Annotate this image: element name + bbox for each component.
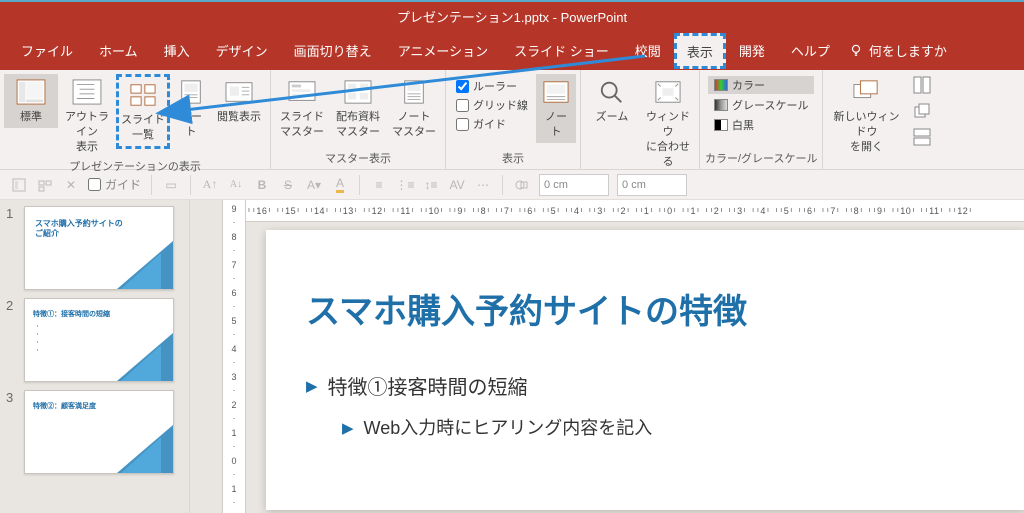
- normal-view-icon: [14, 77, 48, 107]
- group-master-views: スライド マスター 配布資料 マスター ノート マスター マスター表示: [271, 70, 446, 169]
- arrange-all-icon[interactable]: [913, 76, 931, 97]
- group-label: 表示: [450, 150, 576, 169]
- grayscale-mode-button[interactable]: グレースケール: [708, 96, 814, 114]
- new-window-icon: [849, 77, 883, 107]
- tab-design[interactable]: デザイン: [203, 30, 281, 70]
- bullet-1[interactable]: 特徴①接客時間の短縮: [306, 371, 986, 400]
- bold-icon[interactable]: B: [253, 176, 271, 194]
- spacing-icon[interactable]: ↕≡: [422, 176, 440, 194]
- height-spinner[interactable]: 0 cm: [539, 174, 609, 196]
- thumbnail-panel[interactable]: 1スマホ購入予約サイトのご紹介2特徴①：接客時間の短縮・・・・3特徴②：顧客満足…: [0, 200, 190, 513]
- thumbnail-item[interactable]: 2特徴①：接客時間の短縮・・・・: [6, 298, 183, 382]
- align-icon[interactable]: ≡: [370, 176, 388, 194]
- reading-view-icon: [222, 77, 256, 107]
- font-decrease-icon[interactable]: A↓: [227, 176, 245, 194]
- bw-mode-button[interactable]: 白黒: [708, 116, 814, 134]
- qat-icon-2[interactable]: [36, 176, 54, 194]
- normal-view-button[interactable]: 標準: [4, 74, 58, 128]
- thumbnail-item[interactable]: 1スマホ購入予約サイトのご紹介: [6, 206, 183, 290]
- tab-transition[interactable]: 画面切り替え: [281, 30, 385, 70]
- tab-developer[interactable]: 開発: [726, 30, 778, 70]
- ribbon: 標準 アウトライン 表示 スライド 一覧 ノー ト 閲覧表示 プレゼンテーション…: [0, 70, 1024, 170]
- reading-view-button[interactable]: 閲覧表示: [212, 74, 266, 128]
- highlight-icon[interactable]: A: [331, 176, 349, 194]
- group-label: プレゼンテーションの表示: [4, 158, 266, 177]
- notes-icon: [539, 77, 573, 107]
- fit-to-window-button[interactable]: ウィンドウ に合わせる: [641, 74, 695, 172]
- guides-checkbox[interactable]: ガイド: [456, 116, 528, 132]
- thumbnail-number: 1: [6, 206, 18, 290]
- ribbon-tabs: ファイル ホーム 挿入 デザイン 画面切り替え アニメーション スライド ショー…: [0, 30, 1024, 70]
- horizontal-ruler: ı ı16ıı ı15ıı ı14ıı ı13ıı ı12ıı ı11ıı ı1…: [246, 200, 1024, 222]
- tab-file[interactable]: ファイル: [8, 30, 86, 70]
- notes-page-icon: [174, 77, 208, 107]
- slide-master-icon: [285, 77, 319, 107]
- fit-window-icon: [651, 77, 685, 107]
- bullets-icon[interactable]: ⋮≡: [396, 176, 414, 194]
- notes-master-icon: [397, 77, 431, 107]
- slide-sorter-icon: [126, 80, 160, 110]
- notes-page-button[interactable]: ノー ト: [172, 74, 210, 143]
- width-spinner[interactable]: 0 cm: [617, 174, 687, 196]
- slide-canvas[interactable]: スマホ購入予約サイトの特徴 特徴①接客時間の短縮 Web入力時にヒアリング内容を…: [266, 230, 1024, 510]
- qat-close-icon[interactable]: ✕: [62, 176, 80, 194]
- thumbnail-item[interactable]: 3特徴②：顧客満足度: [6, 390, 183, 474]
- tab-slideshow[interactable]: スライド ショー: [501, 30, 622, 70]
- tab-insert[interactable]: 挿入: [151, 30, 203, 70]
- tab-home[interactable]: ホーム: [86, 30, 151, 70]
- handout-master-button[interactable]: 配布資料 マスター: [331, 74, 385, 143]
- tab-review[interactable]: 校閲: [622, 30, 674, 70]
- bullet-2[interactable]: Web入力時にヒアリング内容を記入: [342, 414, 986, 440]
- notes-master-button[interactable]: ノート マスター: [387, 74, 441, 143]
- outline-view-button[interactable]: アウトライン 表示: [60, 74, 114, 158]
- arrow-icon: [306, 374, 318, 397]
- slide-master-button[interactable]: スライド マスター: [275, 74, 329, 143]
- gridlines-checkbox[interactable]: グリッド線: [456, 97, 528, 113]
- font-color-icon[interactable]: A▾: [305, 176, 323, 194]
- arrow-icon: [342, 417, 354, 438]
- group-color-grayscale: カラー グレースケール 白黒 カラー/グレースケール: [700, 70, 823, 169]
- tab-view[interactable]: 表示: [674, 33, 726, 69]
- slide-editor[interactable]: ı ı16ıı ı15ıı ı14ıı ı13ıı ı12ıı ı11ıı ı1…: [246, 200, 1024, 513]
- group-show: ルーラー グリッド線 ガイド ノー ト 表示: [446, 70, 581, 169]
- zoom-icon: [595, 77, 629, 107]
- split-icon[interactable]: [913, 128, 931, 149]
- workspace: 1スマホ購入予約サイトのご紹介2特徴①：接客時間の短縮・・・・3特徴②：顧客満足…: [0, 200, 1024, 513]
- show-checkboxes: ルーラー グリッド線 ガイド: [450, 74, 534, 136]
- group-zoom: ズーム ウィンドウ に合わせる ズーム: [581, 70, 700, 169]
- font-increase-icon[interactable]: A↑: [201, 176, 219, 194]
- notes-pane-button[interactable]: ノー ト: [536, 74, 576, 143]
- handout-master-icon: [341, 77, 375, 107]
- group-label: カラー/グレースケール: [704, 150, 818, 169]
- vertical-ruler: 9-8-7-6-5-4-3-2-1-0-1-: [222, 200, 246, 513]
- zoom-button[interactable]: ズーム: [585, 74, 639, 128]
- qat-guide-checkbox[interactable]: ガイド: [88, 176, 141, 193]
- color-mode-button[interactable]: カラー: [708, 76, 814, 94]
- strike-icon[interactable]: S: [279, 176, 297, 194]
- group-label: マスター表示: [275, 150, 441, 169]
- tab-help[interactable]: ヘルプ: [778, 30, 843, 70]
- tell-me[interactable]: 何をしますか: [849, 41, 947, 60]
- shape-icon[interactable]: [513, 176, 531, 194]
- group-window: 新しいウィンドウ を開く: [823, 70, 941, 169]
- tab-animation[interactable]: アニメーション: [385, 30, 501, 70]
- cascade-icon[interactable]: [913, 102, 931, 123]
- slide-sorter-button[interactable]: スライド 一覧: [116, 74, 170, 149]
- bulb-icon: [849, 43, 863, 57]
- slide-title[interactable]: スマホ購入予約サイトの特徴: [306, 284, 986, 333]
- group-presentation-views: 標準 アウトライン 表示 スライド 一覧 ノー ト 閲覧表示 プレゼンテーション…: [0, 70, 271, 169]
- new-window-button[interactable]: 新しいウィンドウ を開く: [827, 74, 905, 158]
- more-icon[interactable]: ⋯: [474, 176, 492, 194]
- thumbnail-number: 2: [6, 298, 18, 382]
- group-label: [827, 158, 937, 173]
- char-spacing-icon[interactable]: AV: [448, 176, 466, 194]
- outline-view-icon: [70, 77, 104, 107]
- thumbnail-number: 3: [6, 390, 18, 474]
- window-title: プレゼンテーション1.pptx - PowerPoint: [397, 7, 627, 26]
- qat-btn[interactable]: ▭: [162, 176, 180, 194]
- qat-icon-1[interactable]: [10, 176, 28, 194]
- title-bar: プレゼンテーション1.pptx - PowerPoint: [0, 0, 1024, 30]
- ruler-checkbox[interactable]: ルーラー: [456, 78, 528, 94]
